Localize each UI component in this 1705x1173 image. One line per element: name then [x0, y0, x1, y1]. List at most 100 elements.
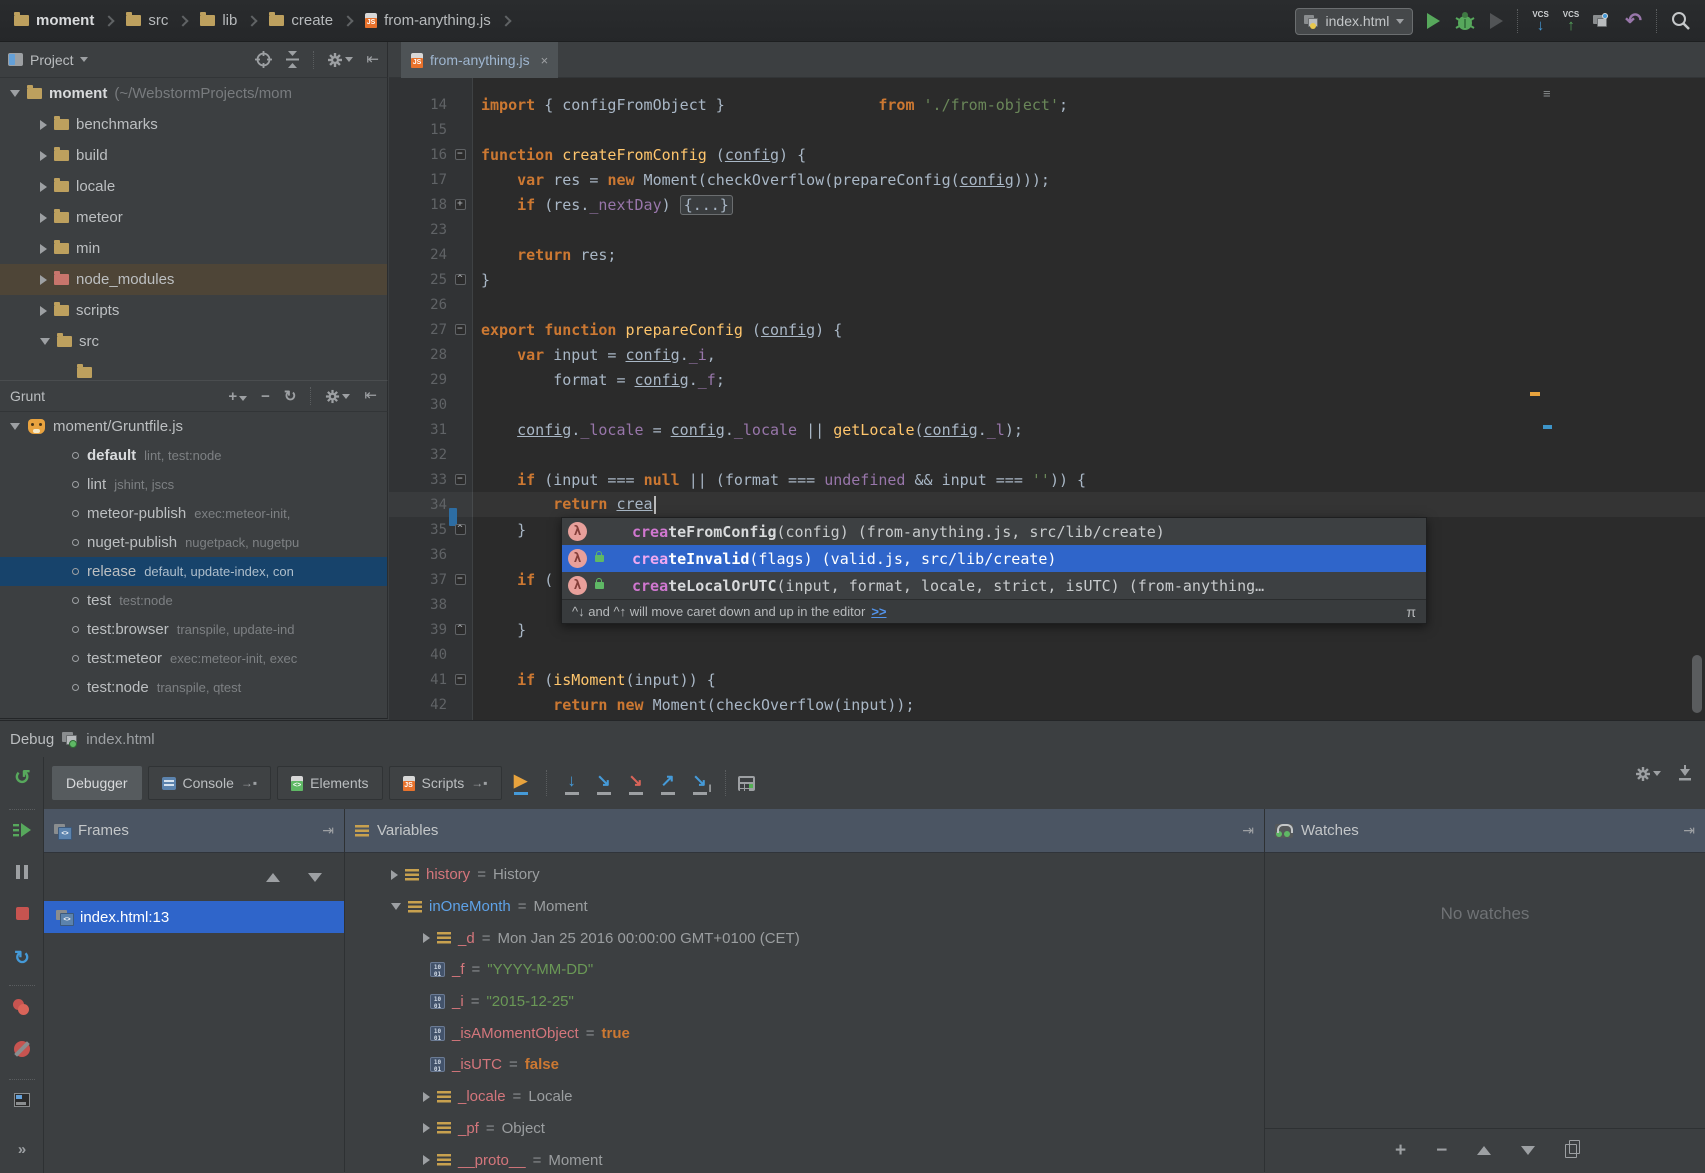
variable-row-_isUTC[interactable]: 1001_isUTC=false [345, 1049, 1264, 1081]
project-tree-item-build[interactable]: build [0, 140, 387, 171]
mute-breakpoints-icon[interactable] [14, 1041, 30, 1057]
hide-panel-icon[interactable]: ⇤ [366, 53, 379, 67]
project-tree-item-min[interactable]: min [0, 233, 387, 264]
grunt-task-release[interactable]: releasedefault, update-index, con [0, 557, 387, 586]
editor-line-31[interactable]: 31 config._locale = config._locale || ge… [389, 417, 1705, 442]
project-tree-item-src[interactable]: src [0, 326, 387, 357]
settings-gear-icon[interactable] [325, 389, 350, 404]
project-panel-title[interactable]: Project [30, 52, 74, 68]
editor-line-30[interactable]: 30 [389, 392, 1705, 417]
chevron-right-icon[interactable] [423, 1123, 430, 1133]
undo-button[interactable]: ↶ [1625, 11, 1642, 31]
inspections-menu-icon[interactable]: ≡ [1543, 86, 1552, 101]
grunt-task-test-browser[interactable]: test:browsertranspile, update-ind [0, 615, 387, 644]
step-out-icon[interactable]: ↗ [655, 771, 681, 795]
chevron-right-icon[interactable] [40, 182, 47, 192]
breadcrumb-item-create[interactable]: create [269, 12, 333, 29]
chevron-right-icon[interactable] [391, 870, 398, 880]
editor-line-40[interactable]: 40 [389, 642, 1705, 667]
frame-row[interactable]: index.html:13 [44, 901, 344, 933]
tab-debugger[interactable]: Debugger [52, 766, 142, 800]
vcs-commit-button[interactable]: VCS↑ [1563, 11, 1579, 32]
chevron-down-icon[interactable] [10, 423, 20, 430]
breadcrumb-item-from-anything-js[interactable]: from-anything.js [365, 12, 491, 29]
variable-row-_f[interactable]: 1001_f="YYYY-MM-DD" [345, 954, 1264, 986]
smart-step-into-icon[interactable]: ↘I [687, 771, 713, 795]
fold-icon[interactable]: − [455, 474, 466, 485]
debug-button[interactable] [1454, 11, 1476, 31]
editor-line-16[interactable]: 16−function createFromConfig (config) { [389, 142, 1705, 167]
fold-icon[interactable]: − [455, 324, 466, 335]
variable-row-_i[interactable]: 1001_i="2015-12-25" [345, 986, 1264, 1018]
frame-up-icon[interactable] [266, 873, 280, 882]
editor-line-25[interactable]: 25^} [389, 267, 1705, 292]
rerun-page-icon[interactable]: ↻ [14, 947, 30, 970]
move-watch-up-icon[interactable] [1477, 1146, 1491, 1155]
editor-line-34[interactable]: 34 return crea [389, 492, 1705, 517]
tab-elements[interactable]: Elements [277, 766, 382, 800]
remove-watch-icon[interactable]: − [1436, 1140, 1447, 1162]
code-editor[interactable]: 14import { configFromObject } from './fr… [389, 78, 1705, 720]
hide-panel-down-icon[interactable] [1677, 765, 1693, 782]
project-tree-item-meteor[interactable]: meteor [0, 202, 387, 233]
close-icon[interactable]: × [541, 53, 549, 68]
project-tree-item-node_modules[interactable]: node_modules [0, 264, 387, 295]
fold-icon[interactable]: − [455, 149, 466, 160]
chevron-right-icon[interactable] [40, 213, 47, 223]
run-button[interactable] [1427, 13, 1440, 29]
pause-icon[interactable] [16, 865, 28, 879]
project-tree-item-scripts[interactable]: scripts [0, 295, 387, 326]
variable-row-history[interactable]: history=History [345, 859, 1264, 891]
grunt-file-row[interactable]: moment/Gruntfile.js [0, 412, 387, 441]
editor-scrollbar[interactable] [1692, 655, 1702, 713]
stop-icon[interactable] [16, 907, 29, 920]
completion-item-createLocalOrUTC[interactable]: λcreateLocalOrUTC(input, format, locale,… [562, 572, 1426, 599]
restore-layout-icon[interactable] [14, 1093, 30, 1107]
project-tree-item-locale[interactable]: locale [0, 171, 387, 202]
chevron-right-icon[interactable] [40, 151, 47, 161]
project-tree-item-benchmarks[interactable]: benchmarks [0, 109, 387, 140]
unfold-icon[interactable]: + [455, 199, 466, 210]
editor-line-27[interactable]: 27−export function prepareConfig (config… [389, 317, 1705, 342]
resume-icon[interactable] [13, 821, 32, 839]
grunt-task-meteor-publish[interactable]: meteor-publishexec:meteor-init, [0, 499, 387, 528]
editor-line-26[interactable]: 26 [389, 292, 1705, 317]
fold-icon[interactable]: − [455, 574, 466, 585]
editor-line-42[interactable]: 42 return new Moment(checkOverflow(input… [389, 692, 1705, 717]
variable-row-inOneMonth[interactable]: inOneMonth=Moment [345, 891, 1264, 923]
move-watch-down-icon[interactable] [1521, 1146, 1535, 1155]
completion-item-createInvalid[interactable]: λcreateInvalid(flags) (valid.js, src/lib… [562, 545, 1426, 572]
grunt-task-test-meteor[interactable]: test:meteorexec:meteor-init, exec [0, 644, 387, 673]
view-breakpoints-icon[interactable] [13, 999, 31, 1015]
search-icon[interactable] [1671, 11, 1691, 31]
grunt-task-default[interactable]: defaultlint, test:node [0, 441, 387, 470]
editor-line-32[interactable]: 32 [389, 442, 1705, 467]
chevron-down-icon[interactable] [10, 90, 20, 97]
editor-line-17[interactable]: 17 var res = new Moment(checkOverflow(pr… [389, 167, 1705, 192]
float-panel-icon[interactable]: ⇥ [1683, 822, 1695, 839]
more-icon[interactable]: » [18, 1141, 26, 1158]
completion-item-createFromConfig[interactable]: λcreateFromConfig(config) (from-anything… [562, 518, 1426, 545]
editor-line-28[interactable]: 28 var input = config._i, [389, 342, 1705, 367]
editor-line-15[interactable]: 15 [389, 117, 1705, 142]
add-icon[interactable]: + [228, 388, 247, 405]
force-step-into-icon[interactable]: ↘ [623, 771, 649, 795]
chevron-down-icon[interactable] [40, 338, 50, 345]
fold-icon[interactable]: ^ [455, 624, 466, 635]
breadcrumb-item-moment[interactable]: moment [14, 12, 94, 29]
variable-row-__proto__[interactable]: __proto__=Moment [345, 1144, 1264, 1172]
tab-scripts[interactable]: Scripts→▪ [389, 766, 502, 800]
coverage-button[interactable] [1490, 13, 1503, 29]
local-history-button[interactable] [1593, 15, 1611, 28]
rerun-icon[interactable]: ↻ [14, 765, 31, 790]
variable-row-_locale[interactable]: _locale=Locale [345, 1081, 1264, 1113]
chevron-right-icon[interactable] [423, 1155, 430, 1165]
project-tree-item-partial[interactable] [0, 357, 387, 380]
vcs-update-button[interactable]: VCS↓ [1532, 11, 1548, 32]
collapse-all-icon[interactable] [285, 51, 300, 68]
settings-gear-icon[interactable] [1635, 766, 1661, 782]
tab-from-anything[interactable]: from-anything.js × [401, 42, 558, 78]
grunt-task-lint[interactable]: lintjshint, jscs [0, 470, 387, 499]
hide-panel-icon[interactable]: ⇤ [364, 389, 377, 403]
editor-line-24[interactable]: 24 return res; [389, 242, 1705, 267]
